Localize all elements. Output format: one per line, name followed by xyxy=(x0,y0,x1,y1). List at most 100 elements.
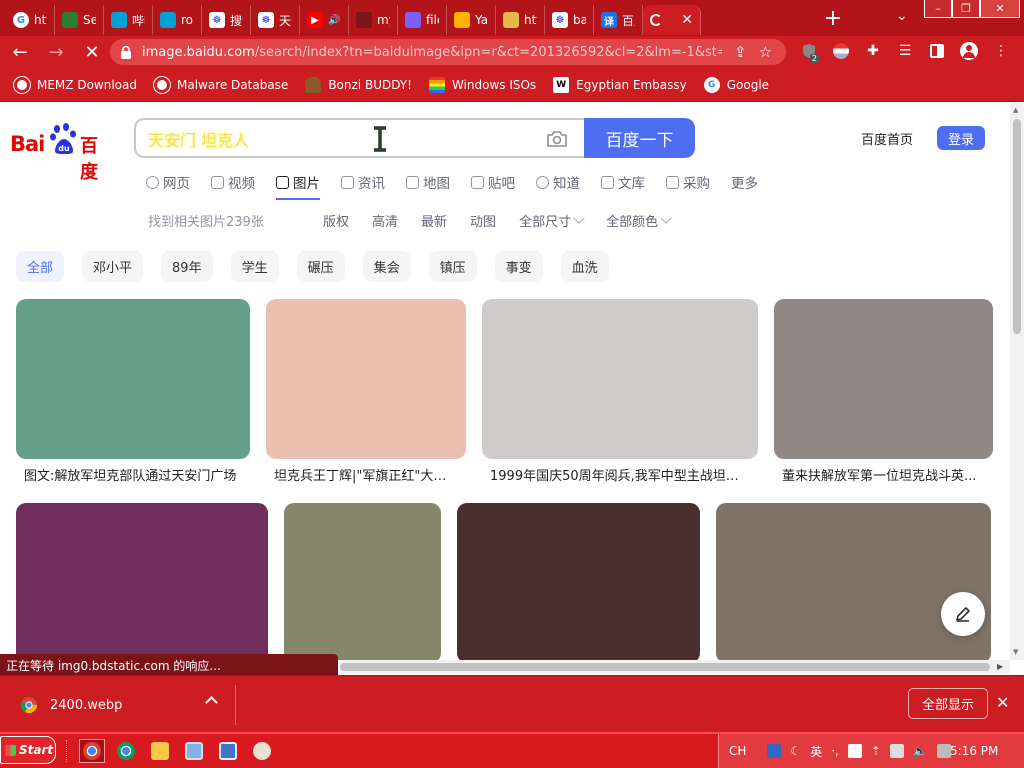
scroll-up-icon[interactable]: ▲ xyxy=(1013,106,1018,114)
search-input[interactable] xyxy=(148,128,508,150)
search-button[interactable]: 百度一下 xyxy=(584,118,695,158)
stop-loading-button[interactable]: ✕ xyxy=(76,38,108,66)
image-result[interactable] xyxy=(16,299,250,459)
kebab-menu-icon[interactable]: ⋮ xyxy=(990,40,1012,62)
filter-option[interactable]: 全部尺寸 xyxy=(519,211,585,230)
close-download-shelf-icon[interactable]: ✕ xyxy=(996,693,1009,712)
filter-option[interactable]: 高清 xyxy=(372,211,398,230)
nav-tab-4[interactable]: 地图 xyxy=(406,171,450,193)
back-button[interactable]: ← xyxy=(4,38,36,66)
language-indicator[interactable]: CH xyxy=(729,744,746,758)
ime-moon-icon[interactable]: ☾ xyxy=(790,744,801,758)
show-all-downloads-button[interactable]: 全部显示 xyxy=(908,688,988,719)
camera-icon[interactable] xyxy=(546,130,568,148)
baidu-home-link[interactable]: 百度首页 xyxy=(861,129,913,148)
taskbar-computer-button[interactable] xyxy=(181,739,207,763)
nav-tab-2[interactable]: 图片 xyxy=(276,171,320,200)
image-result[interactable] xyxy=(457,503,700,660)
forward-button[interactable]: → xyxy=(40,38,72,66)
volume-icon[interactable]: 🔈 xyxy=(913,744,928,758)
image-caption[interactable]: 1999年国庆50周年阅兵,我军中型主战坦克... xyxy=(490,465,750,484)
address-bar[interactable]: image.baidu.com/search/index?tn=baiduima… xyxy=(110,39,786,65)
related-chip[interactable]: 89年 xyxy=(161,251,213,282)
ublock-extension-icon[interactable]: 2 xyxy=(798,40,820,63)
ime-punctuation-icon[interactable]: ·, xyxy=(831,744,839,758)
side-panel-icon[interactable] xyxy=(926,40,948,62)
image-result[interactable] xyxy=(716,503,991,660)
ime-icon[interactable] xyxy=(767,744,782,758)
taskbar-chrome2-button[interactable] xyxy=(113,739,139,763)
baidu-logo[interactable]: Bai du 百度 xyxy=(10,123,114,183)
nav-tab-3[interactable]: 资讯 xyxy=(341,171,385,193)
browser-tab[interactable]: http xyxy=(496,5,545,35)
image-result[interactable] xyxy=(266,299,466,459)
minimize-button[interactable]: – xyxy=(924,0,952,18)
new-tab-button[interactable]: + xyxy=(818,4,848,32)
image-result[interactable] xyxy=(284,503,441,660)
bookmark-item[interactable]: Bonzi BUDDY! xyxy=(305,76,412,93)
browser-tab[interactable]: file xyxy=(398,5,447,35)
profile-avatar-icon[interactable] xyxy=(958,40,980,62)
window-close-button[interactable]: ✕ xyxy=(980,0,1020,18)
bookmark-item[interactable]: G Google xyxy=(703,76,769,93)
browser-tab[interactable]: my xyxy=(349,5,398,35)
image-result[interactable] xyxy=(774,299,993,459)
tab-close-icon[interactable]: ✕ xyxy=(681,12,693,28)
horizontal-scrollbar[interactable]: ▶ xyxy=(340,660,1010,674)
image-caption[interactable]: 董来扶解放军第一位坦克战斗英... xyxy=(782,465,985,484)
nav-tab-1[interactable]: 视频 xyxy=(211,171,255,193)
safely-remove-icon[interactable] xyxy=(936,744,951,758)
horizontal-scroll-thumb[interactable] xyxy=(340,663,990,671)
image-caption[interactable]: 坦克兵王丁辉|"军旗正红"大型... xyxy=(274,465,458,484)
bookmark-item[interactable]: MEMZ Download xyxy=(14,76,137,93)
start-button[interactable]: Start xyxy=(0,736,56,764)
clock[interactable]: 5:16 PM xyxy=(950,744,998,758)
related-chip[interactable]: 镇压 xyxy=(428,251,477,282)
filter-option[interactable]: 动图 xyxy=(470,211,496,230)
related-chip[interactable]: 全部 xyxy=(16,251,65,282)
nav-tab-6[interactable]: 知道 xyxy=(536,171,580,193)
related-chip[interactable]: 血洗 xyxy=(560,251,609,282)
bookmark-item[interactable]: Windows ISOs xyxy=(428,76,536,93)
browser-tab[interactable]: ☸ bai xyxy=(545,5,594,35)
image-caption[interactable]: 图文:解放军坦克部队通过天安门广场 xyxy=(24,465,242,484)
browser-tab[interactable]: 译百度 xyxy=(594,5,643,35)
tab-search-chevron-icon[interactable]: ⌄ xyxy=(896,8,908,24)
taskbar-folder-button[interactable] xyxy=(147,739,173,763)
browser-tab[interactable]: ☸ 搜索 xyxy=(202,5,251,35)
nav-tab-5[interactable]: 贴吧 xyxy=(471,171,515,193)
nav-tab-9[interactable]: 更多 xyxy=(731,171,758,193)
image-result[interactable] xyxy=(16,503,268,660)
vertical-scrollbar[interactable]: ▲ ▼ xyxy=(1010,103,1024,660)
filter-option[interactable]: 全部颜色 xyxy=(606,211,672,230)
restore-button[interactable]: ❐ xyxy=(952,0,980,18)
browser-tab[interactable]: Ghttp xyxy=(6,5,55,35)
related-chip[interactable]: 碾压 xyxy=(296,251,345,282)
browser-tab[interactable]: ▶ 🔊 xyxy=(300,5,349,35)
login-button[interactable]: 登录 xyxy=(937,126,985,150)
vertical-scroll-thumb[interactable] xyxy=(1013,119,1021,334)
related-chip[interactable]: 事变 xyxy=(494,251,543,282)
scroll-down-icon[interactable]: ▼ xyxy=(1013,648,1018,656)
related-chip[interactable]: 学生 xyxy=(230,251,279,282)
taskbar-paint-button[interactable] xyxy=(249,739,275,763)
active-browser-tab[interactable]: ✕ xyxy=(643,5,701,35)
bookmark-item[interactable]: W Egyptian Embassy xyxy=(553,76,687,93)
related-chip[interactable]: 集会 xyxy=(362,251,411,282)
reading-list-icon[interactable]: ☰ xyxy=(894,40,916,62)
filter-option[interactable]: 最新 xyxy=(421,211,447,230)
extension-flag-icon[interactable] xyxy=(830,40,852,62)
download-item[interactable]: 2400.webp xyxy=(14,685,236,725)
browser-tab[interactable]: rob xyxy=(153,5,202,35)
scroll-right-icon[interactable]: ▶ xyxy=(997,662,1003,671)
nav-tab-0[interactable]: 网页 xyxy=(146,171,190,193)
network-icon[interactable] xyxy=(889,744,904,758)
browser-tab[interactable]: ☸ 天安 xyxy=(251,5,300,35)
taskbar-window-button[interactable] xyxy=(215,739,241,763)
chevron-up-icon[interactable] xyxy=(205,696,218,709)
browser-tab[interactable]: Sec xyxy=(55,5,104,35)
related-chip[interactable]: 邓小平 xyxy=(82,251,144,282)
tray-expand-icon[interactable]: ⇡ xyxy=(871,744,881,758)
feedback-edit-button[interactable] xyxy=(941,592,985,636)
keyboard-icon[interactable] xyxy=(847,744,862,758)
